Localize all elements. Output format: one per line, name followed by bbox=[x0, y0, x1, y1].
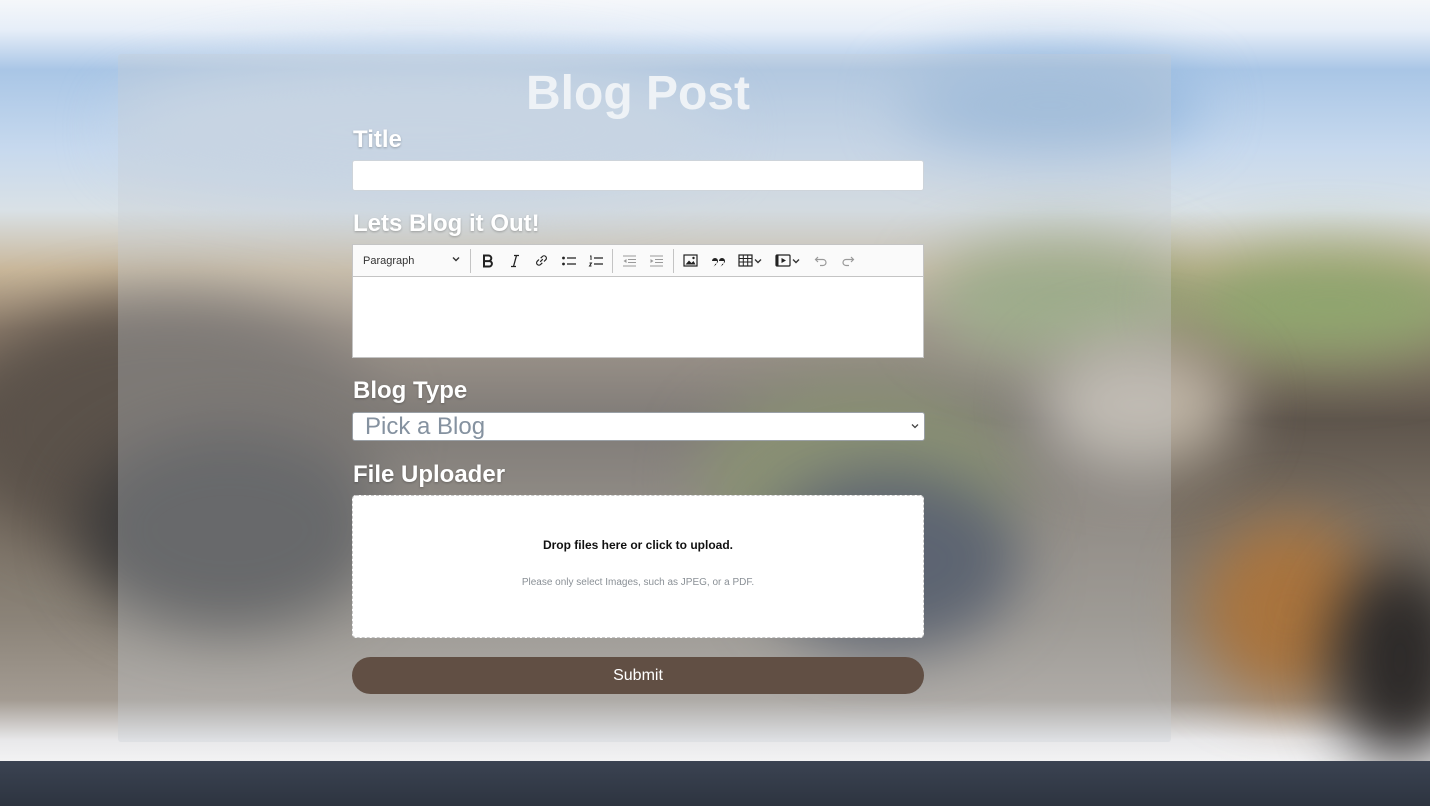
chevron-down-icon bbox=[791, 256, 801, 266]
image-icon bbox=[683, 254, 698, 267]
insert-table-button[interactable] bbox=[731, 248, 769, 274]
editor-toolbar: Paragraph bbox=[353, 245, 923, 277]
link-icon bbox=[534, 253, 549, 268]
submit-button[interactable]: Submit bbox=[352, 657, 924, 694]
outdent-button[interactable] bbox=[616, 248, 643, 274]
form-card bbox=[118, 54, 1171, 742]
italic-button[interactable] bbox=[501, 248, 528, 274]
table-icon bbox=[737, 254, 753, 267]
title-input[interactable] bbox=[352, 160, 924, 191]
numbered-list-icon bbox=[588, 254, 604, 268]
editor-content-area[interactable] bbox=[353, 277, 923, 357]
heading-dropdown[interactable]: Paragraph bbox=[357, 248, 467, 274]
redo-button[interactable] bbox=[834, 248, 861, 274]
bold-icon bbox=[481, 254, 495, 268]
rich-text-editor: Paragraph bbox=[352, 244, 924, 358]
toolbar-separator bbox=[612, 248, 613, 273]
bulleted-list-icon bbox=[561, 254, 577, 268]
chevron-down-icon bbox=[451, 254, 461, 267]
page-title: Blog Post bbox=[526, 67, 750, 120]
italic-icon bbox=[508, 254, 522, 268]
insert-media-button[interactable] bbox=[769, 248, 807, 274]
file-dropzone[interactable]: Drop files here or click to upload. Plea… bbox=[352, 495, 924, 638]
dropzone-hint: Please only select Images, such as JPEG,… bbox=[521, 577, 755, 588]
undo-icon bbox=[814, 255, 828, 267]
file-uploader-label: File Uploader bbox=[353, 461, 506, 488]
chevron-down-icon bbox=[910, 418, 920, 436]
dropzone-message: Drop files here or click to upload. bbox=[542, 538, 734, 552]
heading-dropdown-value: Paragraph bbox=[363, 254, 415, 267]
toolbar-separator bbox=[673, 248, 674, 273]
editor-label: Lets Blog it Out! bbox=[353, 210, 540, 237]
toolbar-separator bbox=[470, 248, 471, 273]
footer-bar bbox=[0, 761, 1430, 806]
indent-icon bbox=[649, 254, 664, 268]
undo-button[interactable] bbox=[807, 248, 834, 274]
blog-type-selected: Pick a Blog bbox=[365, 412, 486, 440]
numbered-list-button[interactable] bbox=[582, 248, 609, 274]
bulleted-list-button[interactable] bbox=[555, 248, 582, 274]
title-label: Title bbox=[353, 126, 402, 153]
blockquote-button[interactable] bbox=[704, 248, 731, 274]
blog-type-select[interactable]: Pick a Blog bbox=[352, 412, 925, 441]
chevron-down-icon bbox=[753, 256, 763, 266]
insert-image-button[interactable] bbox=[677, 248, 704, 274]
indent-button[interactable] bbox=[643, 248, 670, 274]
media-icon bbox=[775, 254, 791, 267]
bold-button[interactable] bbox=[474, 248, 501, 274]
link-button[interactable] bbox=[528, 248, 555, 274]
blog-type-label: Blog Type bbox=[353, 377, 468, 404]
outdent-icon bbox=[622, 254, 637, 268]
blockquote-icon bbox=[711, 255, 725, 267]
redo-icon bbox=[841, 255, 855, 267]
